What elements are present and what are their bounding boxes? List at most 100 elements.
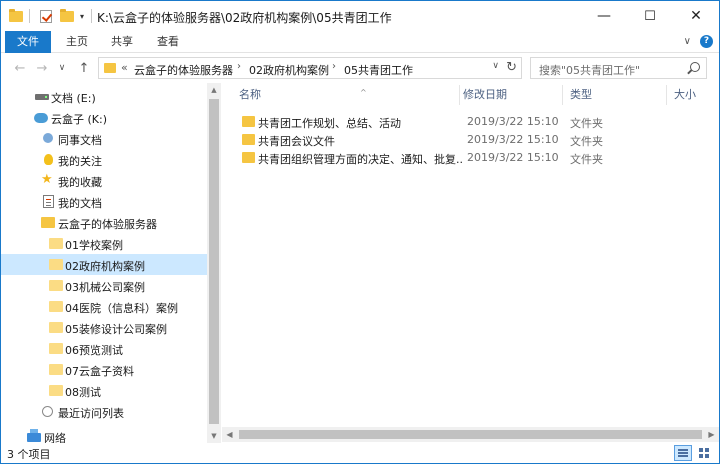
colleague-docs-icon xyxy=(43,133,53,143)
nav-item-label: 03机械公司案例 xyxy=(65,281,145,294)
expand-ribbon-chevron-icon[interactable]: ∨ xyxy=(684,36,691,47)
nav-pane-scrollbar[interactable]: ▲ ▼ xyxy=(207,83,221,443)
status-bar: 3 个项目 xyxy=(1,443,719,463)
nav-item-folder-04[interactable]: 04医院（信息科）案例 xyxy=(1,296,207,317)
nav-item-folder-08[interactable]: 08测试 xyxy=(1,380,207,401)
nav-item-label: 05装修设计公司案例 xyxy=(65,323,167,336)
recent-locations-chevron-icon[interactable]: ∨ xyxy=(53,59,71,77)
breadcrumb-government[interactable]: 02政府机构案例 xyxy=(249,62,329,78)
address-prefix-chevron-icon[interactable]: « xyxy=(121,61,128,74)
folder-icon xyxy=(49,280,63,291)
help-icon[interactable]: ? xyxy=(700,35,713,48)
large-icons-view-button[interactable] xyxy=(695,445,713,461)
up-arrow-icon[interactable]: ↑ xyxy=(75,59,93,77)
address-folder-icon xyxy=(104,63,116,73)
folder-icon xyxy=(242,134,255,145)
folder-icon xyxy=(242,116,255,127)
nav-item-label: 我的文档 xyxy=(58,197,102,210)
scroll-right-arrow-icon[interactable]: ▶ xyxy=(704,427,719,442)
folder-icon xyxy=(49,322,63,333)
nav-item-label: 云盒子 (K:) xyxy=(51,113,107,126)
file-date: 2019/3/22 15:10 xyxy=(467,151,559,164)
close-button[interactable]: ✕ xyxy=(673,1,719,31)
tab-file[interactable]: 文件 xyxy=(5,31,51,53)
nav-item-recent-list[interactable]: 最近访问列表 xyxy=(1,401,207,422)
file-list-pane: 名称 ^ 修改日期 类型 大小 共青团工作规划、总结、活动 2019/3/22 … xyxy=(222,83,719,443)
scroll-left-arrow-icon[interactable]: ◀ xyxy=(222,427,237,442)
navigation-bar: ← → ∨ ↑ « 云盒子的体验服务器 › 02政府机构案例 › 05共青团工作… xyxy=(1,54,719,82)
folder-icon xyxy=(242,152,255,163)
file-row[interactable]: 共青团组织管理方面的决定、通知、批复... 2019/3/22 15:10 文件… xyxy=(222,149,719,167)
nav-item-folder-05[interactable]: 05装修设计公司案例 xyxy=(1,317,207,338)
folder-icon xyxy=(49,364,63,375)
nav-item-label: 文档 (E:) xyxy=(51,92,96,105)
address-dropdown-icon[interactable]: ∨ xyxy=(492,61,499,71)
file-row[interactable]: 共青团工作规划、总结、活动 2019/3/22 15:10 文件夹 xyxy=(222,113,719,131)
breadcrumb-server[interactable]: 云盒子的体验服务器 xyxy=(134,62,233,78)
breadcrumb-separator-icon[interactable]: › xyxy=(332,61,336,72)
details-view-button[interactable] xyxy=(674,445,692,461)
column-divider[interactable] xyxy=(459,85,460,105)
folder-icon xyxy=(49,301,63,312)
nav-item-my-favorites[interactable]: ★ 我的收藏 xyxy=(1,170,207,191)
nav-item-label: 01学校案例 xyxy=(65,239,123,252)
explorer-window: ▾ K:\云盒子的体验服务器\02政府机构案例\05共青团工作 — ☐ ✕ 文件… xyxy=(0,0,720,464)
nav-item-experience-server[interactable]: 云盒子的体验服务器 xyxy=(1,212,207,233)
maximize-button[interactable]: ☐ xyxy=(627,1,673,31)
file-list-horizontal-scrollbar[interactable]: ◀ ▶ xyxy=(222,427,719,442)
nav-item-label: 06预览测试 xyxy=(65,344,123,357)
column-divider[interactable] xyxy=(562,85,563,105)
nav-item-my-documents[interactable]: 我的文档 xyxy=(1,191,207,212)
column-header-type[interactable]: 类型 xyxy=(570,83,592,107)
nav-item-drive-k[interactable]: 云盒子 (K:) xyxy=(1,107,207,128)
nav-item-folder-06[interactable]: 06预览测试 xyxy=(1,338,207,359)
nav-item-folder-07[interactable]: 07云盒子资料 xyxy=(1,359,207,380)
nav-item-folder-03[interactable]: 03机械公司案例 xyxy=(1,275,207,296)
column-header-size[interactable]: 大小 xyxy=(674,83,696,107)
new-folder-icon[interactable] xyxy=(60,8,74,24)
tab-share[interactable]: 共享 xyxy=(104,31,140,53)
star-icon: ★ xyxy=(41,172,53,187)
back-arrow-icon[interactable]: ← xyxy=(11,59,29,77)
scroll-down-arrow-icon[interactable]: ▼ xyxy=(207,429,221,443)
column-header-date[interactable]: 修改日期 xyxy=(463,83,507,107)
folder-icon xyxy=(49,238,63,249)
nav-item-drive-e[interactable]: 文档 (E:) xyxy=(1,86,207,107)
item-count: 3 个项目 xyxy=(7,448,51,461)
folder-icon xyxy=(49,385,63,396)
window-title: K:\云盒子的体验服务器\02政府机构案例\05共青团工作 xyxy=(97,11,392,25)
file-row[interactable]: 共青团会议文件 2019/3/22 15:10 文件夹 xyxy=(222,131,719,149)
nav-item-folder-02[interactable]: 02政府机构案例 xyxy=(1,254,207,275)
search-icon[interactable] xyxy=(690,62,700,72)
forward-arrow-icon[interactable]: → xyxy=(33,59,51,77)
scroll-up-arrow-icon[interactable]: ▲ xyxy=(207,83,221,97)
file-type: 文件夹 xyxy=(570,117,603,130)
file-name: 共青团会议文件 xyxy=(258,135,335,148)
nav-item-label: 08测试 xyxy=(65,386,101,399)
address-bar[interactable]: « 云盒子的体验服务器 › 02政府机构案例 › 05共青团工作 ∨ ↻ xyxy=(98,57,522,79)
properties-icon[interactable] xyxy=(40,8,52,24)
tab-view[interactable]: 查看 xyxy=(150,31,186,53)
tab-home[interactable]: 主页 xyxy=(59,31,95,53)
breadcrumb-separator-icon[interactable]: › xyxy=(237,61,241,72)
folder-icon xyxy=(49,259,63,270)
nav-item-colleague-docs[interactable]: 同事文档 xyxy=(1,128,207,149)
large-icons-view-icon xyxy=(699,448,709,458)
horizontal-scroll-thumb[interactable] xyxy=(239,430,702,439)
column-divider[interactable] xyxy=(666,85,667,105)
refresh-icon[interactable]: ↻ xyxy=(506,60,517,75)
details-view-icon xyxy=(678,449,688,457)
breadcrumb-youth-league[interactable]: 05共青团工作 xyxy=(344,62,413,78)
clock-icon xyxy=(42,406,53,417)
column-header-name[interactable]: 名称 ^ xyxy=(239,83,367,107)
minimize-button[interactable]: — xyxy=(581,1,627,31)
search-input[interactable]: 搜索"05共青团工作" xyxy=(530,57,707,79)
nav-item-my-follow[interactable]: 我的关注 xyxy=(1,149,207,170)
customize-quick-access-button[interactable]: ▾ xyxy=(80,8,84,24)
quick-access-folder-icon[interactable] xyxy=(9,8,23,24)
folder-icon xyxy=(41,217,55,228)
nav-item-folder-01[interactable]: 01学校案例 xyxy=(1,233,207,254)
ribbon-tabs: 文件 主页 共享 查看 ∨ ? xyxy=(1,31,719,53)
scroll-thumb[interactable] xyxy=(209,99,219,424)
nav-item-label: 同事文档 xyxy=(58,134,102,147)
